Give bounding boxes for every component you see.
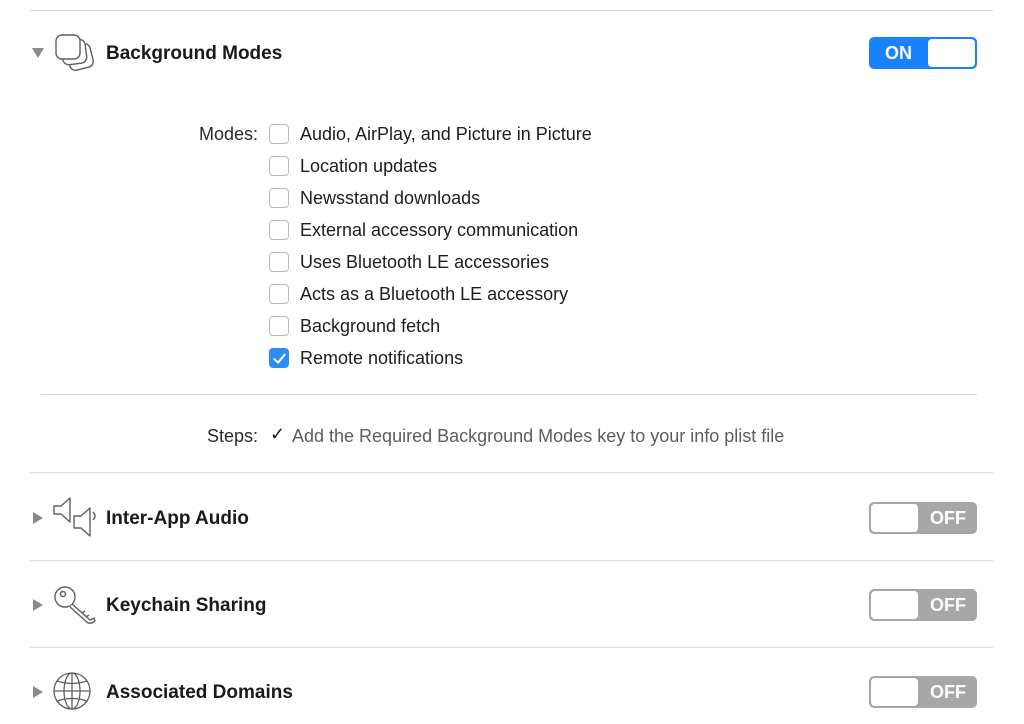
- toggle-knob: [871, 591, 918, 619]
- disclosure-expanded-icon[interactable]: [31, 46, 45, 60]
- top-divider: [30, 10, 993, 11]
- mode-label: Remote notifications: [300, 348, 464, 368]
- steps-divider: [41, 394, 977, 395]
- modes-label: Modes:: [198, 124, 258, 144]
- mode-label: Acts as a Bluetooth LE accessory: [300, 284, 569, 304]
- keychain-sharing-header[interactable]: Keychain Sharing OFF: [0, 583, 1024, 627]
- mode-label: Location updates: [300, 156, 438, 176]
- disclosure-collapsed-icon[interactable]: [31, 511, 45, 525]
- mode-checkbox[interactable]: [269, 188, 289, 208]
- toggle-knob: [871, 678, 918, 706]
- mode-checkbox[interactable]: [269, 124, 289, 144]
- background-modes-header[interactable]: Background Modes ON: [0, 31, 1024, 75]
- section-divider: [30, 560, 993, 561]
- speakers-icon: [53, 497, 96, 537]
- associated-domains-title: Associated Domains: [106, 682, 293, 703]
- steps-label: Steps:: [206, 426, 258, 446]
- mode-checkbox-checked[interactable]: [269, 348, 289, 368]
- inter-app-audio-header[interactable]: Inter-App Audio OFF: [0, 496, 1024, 540]
- keychain-sharing-toggle[interactable]: OFF: [869, 589, 977, 621]
- toggle-knob: [928, 39, 975, 67]
- mode-checkbox[interactable]: [269, 252, 289, 272]
- mode-label: External accessory communication: [300, 220, 579, 240]
- toggle-label: OFF: [930, 595, 966, 615]
- keychain-sharing-title: Keychain Sharing: [106, 595, 267, 616]
- mode-label: Uses Bluetooth LE accessories: [300, 252, 550, 272]
- mode-label: Background fetch: [300, 316, 441, 336]
- background-modes-toggle[interactable]: ON: [869, 37, 977, 69]
- step-complete-icon: ✓: [270, 424, 286, 444]
- toggle-label: ON: [885, 43, 912, 63]
- disclosure-collapsed-icon[interactable]: [31, 598, 45, 612]
- mode-checkbox[interactable]: [269, 316, 289, 336]
- steps-text: Add the Required Background Modes key to…: [292, 426, 785, 446]
- toggle-label: OFF: [930, 508, 966, 528]
- disclosure-collapsed-icon[interactable]: [31, 685, 45, 699]
- inter-app-audio-toggle[interactable]: OFF: [869, 502, 977, 534]
- mode-label: Audio, AirPlay, and Picture in Picture: [300, 124, 592, 144]
- section-divider: [30, 647, 993, 648]
- key-icon: [54, 586, 96, 624]
- toggle-knob: [871, 504, 918, 532]
- stacked-windows-icon: [55, 34, 94, 71]
- toggle-label: OFF: [930, 682, 966, 702]
- mode-label: Newsstand downloads: [300, 188, 481, 208]
- globe-icon: [53, 672, 91, 710]
- inter-app-audio-title: Inter-App Audio: [106, 508, 249, 529]
- background-modes-title: Background Modes: [106, 43, 283, 64]
- mode-checkbox[interactable]: [269, 220, 289, 240]
- associated-domains-toggle[interactable]: OFF: [869, 676, 977, 708]
- associated-domains-header[interactable]: Associated Domains OFF: [0, 670, 1024, 714]
- section-divider: [30, 472, 993, 473]
- mode-checkbox[interactable]: [269, 156, 289, 176]
- mode-checkbox[interactable]: [269, 284, 289, 304]
